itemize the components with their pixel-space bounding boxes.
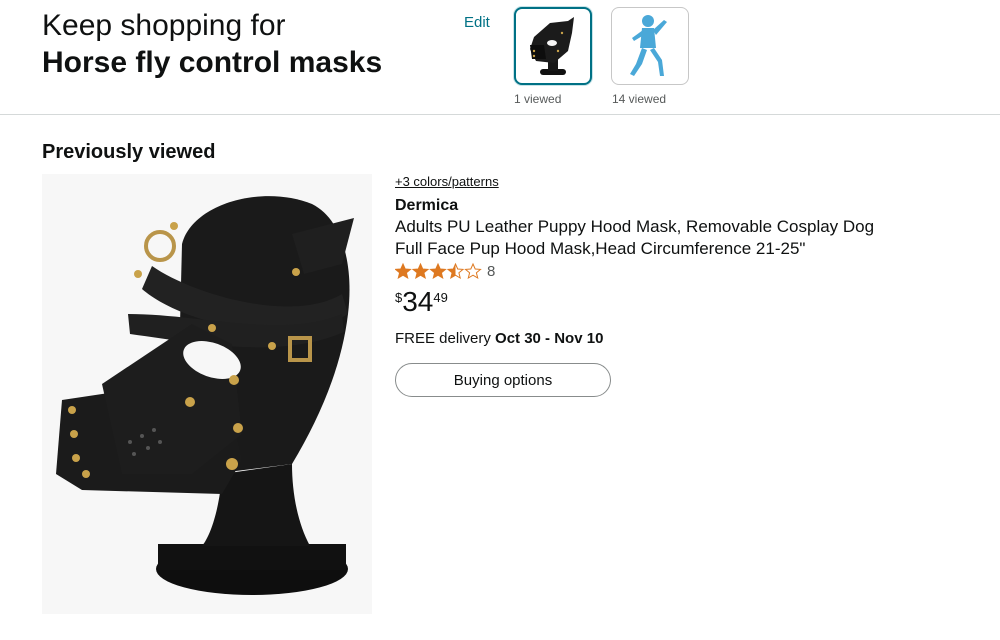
product-brand: Dermica — [395, 197, 459, 214]
history-item-bodysuit[interactable] — [611, 7, 689, 85]
delivery-dates: Oct 30 - Nov 10 — [495, 330, 604, 347]
delivery-info: FREE delivery Oct 30 - Nov 10 — [395, 330, 915, 347]
rating-row[interactable]: 8 — [395, 262, 915, 280]
previously-viewed-heading: Previously viewed — [42, 141, 216, 163]
keep-shopping-heading: Keep shopping for Horse fly control mask… — [42, 8, 382, 82]
product-title-line-2: Full Face Pup Hood Mask,Head Circumferen… — [395, 239, 806, 258]
colors-patterns-link[interactable]: +3 colors/patterns — [395, 174, 915, 189]
product-title-line-1: Adults PU Leather Puppy Hood Mask, Remov… — [395, 217, 875, 236]
price-symbol: $ — [395, 290, 403, 305]
buying-options-button[interactable]: Buying options — [395, 363, 611, 397]
product-image[interactable] — [42, 174, 372, 614]
product-details: +3 colors/patterns Dermica Adults PU Lea… — [395, 174, 915, 397]
leather-puppy-hood-mask-icon — [56, 196, 354, 595]
edit-history-link[interactable]: Edit — [464, 14, 490, 31]
puppy-mask-thumbnail-icon — [530, 17, 574, 75]
price: $ 34 49 — [395, 286, 915, 318]
star-rating-icon — [395, 263, 481, 279]
section-divider — [0, 114, 1000, 115]
keep-shopping-label: Keep shopping for — [42, 9, 286, 42]
history-caption-2: 14 viewed — [612, 92, 667, 106]
product-title-link[interactable]: Adults PU Leather Puppy Hood Mask, Remov… — [395, 216, 915, 260]
blue-bodysuit-thumbnail-icon — [630, 15, 667, 76]
price-whole: 34 — [402, 286, 434, 317]
history-item-puppy-mask[interactable] — [514, 7, 592, 85]
delivery-prefix: FREE delivery — [395, 330, 496, 347]
history-caption-1: 1 viewed — [514, 92, 562, 106]
keep-shopping-category[interactable]: Horse fly control masks — [42, 44, 382, 82]
rating-count: 8 — [487, 262, 496, 280]
price-fraction: 49 — [433, 290, 448, 305]
